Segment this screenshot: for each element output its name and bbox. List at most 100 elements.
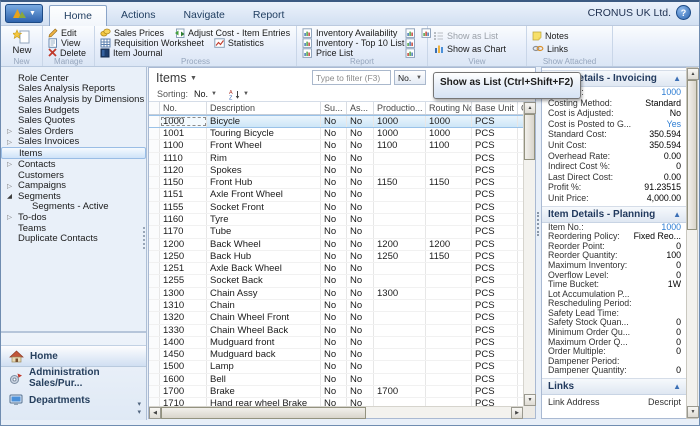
factbox-field[interactable]: Dampener Quantity: 0	[542, 366, 687, 376]
factbox-field[interactable]: Minimum Order Qu... 0	[542, 328, 687, 338]
sidebar-item[interactable]: Sales Orders	[1, 126, 146, 137]
sidebar-item[interactable]: Teams	[1, 223, 146, 234]
factbox-field[interactable]: Rescheduling Period:	[542, 299, 687, 309]
report-extra-button-4[interactable]	[405, 48, 420, 58]
scroll-down-icon[interactable]: ▼	[687, 406, 699, 418]
factbox-field[interactable]: Lot Accumulation P...	[542, 290, 687, 300]
table-row[interactable]: 1110 Rim No No PCS	[149, 153, 523, 165]
factbox-field[interactable]: Maximum Order Q... 0	[542, 338, 687, 348]
row-selector[interactable]	[149, 337, 160, 348]
sidebar-item[interactable]: Items	[1, 147, 146, 159]
table-horizontal-scrollbar[interactable]: ◀ ▶	[149, 406, 523, 418]
table-row[interactable]: 1320 Chain Wheel Front No No PCS	[149, 312, 523, 324]
tab-navigate[interactable]: Navigate	[169, 5, 238, 26]
row-selector[interactable]	[149, 361, 160, 372]
factbox-field[interactable]: Safety Lead Time:	[542, 309, 687, 319]
requisition-worksheet-button[interactable]: Requisition Worksheet	[100, 38, 204, 48]
row-selector[interactable]	[149, 349, 160, 360]
table-row[interactable]: 1000 Bicycle No No 1000 1000 PCS	[149, 115, 523, 128]
row-selector[interactable]	[149, 189, 160, 200]
row-selector[interactable]	[149, 153, 160, 164]
show-as-chart-button[interactable]: Show as Chart	[433, 44, 522, 54]
column-header-description[interactable]: Description	[207, 102, 321, 114]
application-menu-button[interactable]: ▼	[5, 4, 43, 23]
links-button[interactable]: Links	[532, 44, 608, 54]
report-extra-button-3[interactable]	[405, 38, 420, 48]
links-column-address[interactable]: Link Address	[548, 397, 600, 407]
table-row[interactable]: 1250 Back Hub No No 1250 1150 PCS	[149, 251, 523, 263]
delete-button[interactable]: Delete	[48, 48, 90, 58]
sidebar-item[interactable]: Sales Quotes	[1, 115, 146, 126]
factbox-field[interactable]: Overflow Level: 0	[542, 271, 687, 281]
row-selector[interactable]	[149, 177, 160, 188]
table-row[interactable]: 1160 Tyre No No PCS	[149, 214, 523, 226]
table-row[interactable]: 1330 Chain Wheel Back No No PCS	[149, 325, 523, 337]
factbox-field[interactable]: Last Direct Cost: 0.00	[542, 172, 687, 183]
table-row[interactable]: 1500 Lamp No No PCS	[149, 361, 523, 373]
factbox-header-links[interactable]: Links ▲	[542, 378, 687, 395]
sidebar-item[interactable]: Segments	[1, 191, 146, 202]
show-as-list-button[interactable]: Show as List	[433, 31, 522, 41]
row-selector[interactable]	[149, 140, 160, 151]
row-selector[interactable]	[149, 251, 160, 262]
table-row[interactable]: 1151 Axle Front Wheel No No PCS	[149, 189, 523, 201]
factbox-field[interactable]: Safety Stock Quan... 0	[542, 318, 687, 328]
sales-prices-button[interactable]: Sales Prices	[100, 28, 164, 38]
table-row[interactable]: 1170 Tube No No PCS	[149, 226, 523, 238]
factbox-field[interactable]: Time Bucket: 1W	[542, 280, 687, 290]
table-row[interactable]: 1310 Chain No No PCS	[149, 300, 523, 312]
scroll-right-icon[interactable]: ▶	[511, 407, 523, 419]
row-selector[interactable]	[149, 300, 160, 311]
links-column-description[interactable]: Descript	[648, 397, 681, 407]
expander-icon[interactable]	[7, 182, 18, 190]
sidebar-item[interactable]: Sales Analysis by Dimensions	[1, 94, 146, 105]
table-row[interactable]: 1001 Touring Bicycle No No 1000 1000 PCS	[149, 128, 523, 140]
scroll-left-icon[interactable]: ◀	[149, 407, 161, 419]
table-row[interactable]: 1400 Mudguard front No No PCS	[149, 337, 523, 349]
expander-icon[interactable]	[7, 213, 18, 221]
sidebar-item[interactable]: Sales Invoices	[1, 137, 146, 148]
factbox-scrollbar[interactable]: ▲ ▼	[686, 67, 698, 419]
factbox-field[interactable]: Profit %: 91.23515	[542, 182, 687, 193]
configure-buttons-icon[interactable]: ▾▾	[137, 400, 140, 416]
tab-actions[interactable]: Actions	[107, 5, 169, 26]
item-journal-button[interactable]: Item Journal	[100, 48, 292, 58]
expander-icon[interactable]	[7, 192, 18, 200]
column-header-base-unit[interactable]: Base Unit ...	[472, 102, 518, 114]
row-selector[interactable]	[149, 263, 160, 274]
inventory-top10-button[interactable]: Inventory - Top 10 List	[302, 38, 404, 48]
row-selector[interactable]	[149, 239, 160, 250]
table-vertical-scrollbar[interactable]: ▲ ▼	[523, 102, 535, 406]
vertical-scroll-thumb[interactable]	[524, 114, 535, 160]
sidebar-item[interactable]: Sales Budgets	[1, 105, 146, 116]
table-row[interactable]: 1251 Axle Back Wheel No No PCS	[149, 263, 523, 275]
table-row[interactable]: 1150 Front Hub No No 1150 1150 PCS	[149, 177, 523, 189]
row-selector[interactable]	[149, 312, 160, 323]
factbox-field[interactable]: Indirect Cost %: 0	[542, 161, 687, 172]
help-icon[interactable]: ?	[676, 5, 691, 20]
row-selector[interactable]	[149, 374, 160, 385]
table-row[interactable]: 1700 Brake No No 1700 PCS	[149, 386, 523, 398]
table-row[interactable]: 1710 Hand rear wheel Brake No No PCS	[149, 398, 523, 406]
sidebar-item[interactable]: Customers	[1, 170, 146, 181]
factbox-field[interactable]: Unit Cost: 350.594	[542, 140, 687, 151]
row-selector[interactable]	[149, 398, 160, 406]
sidebar-item[interactable]: Sales Analysis Reports	[1, 84, 146, 95]
view-button[interactable]: View	[48, 38, 90, 48]
inventory-availability-button[interactable]: Inventory Availability	[302, 28, 404, 38]
row-selector[interactable]	[149, 325, 160, 336]
notes-button[interactable]: Notes	[532, 31, 608, 41]
filter-input[interactable]	[312, 70, 391, 85]
sidebar-item[interactable]: Duplicate Contacts	[1, 233, 146, 244]
factbox-field[interactable]: Unit Price: 4,000.00	[542, 193, 687, 204]
nav-button-administration[interactable]: Administration Sales/Pur...	[1, 367, 146, 389]
row-selector[interactable]	[149, 386, 160, 397]
report-extra-button-1[interactable]	[405, 28, 420, 38]
expander-icon[interactable]	[7, 160, 18, 168]
sidebar-item[interactable]: Segments - Active	[1, 202, 146, 213]
horizontal-scroll-thumb[interactable]	[161, 407, 366, 419]
factbox-field[interactable]: Dampener Period:	[542, 357, 687, 367]
factbox-field[interactable]: Reorder Quantity: 100	[542, 251, 687, 261]
factbox-field[interactable]: Maximum Inventory: 0	[542, 261, 687, 271]
sort-ascending-button[interactable]: AZ ▼	[229, 89, 249, 100]
